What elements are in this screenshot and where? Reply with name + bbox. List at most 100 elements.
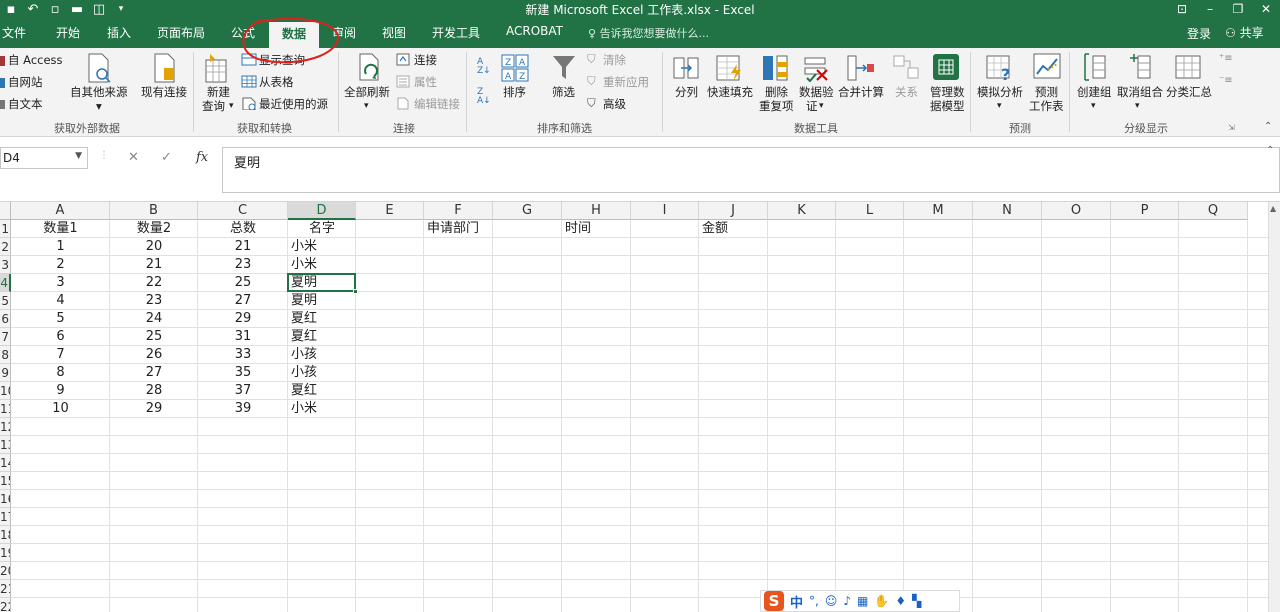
cell-header-a[interactable]: 数量1 [11,220,110,238]
tab-insert[interactable]: 插入 [107,24,131,41]
column-header-a[interactable]: A [11,202,110,220]
emoji-icon[interactable]: ☺ [825,594,838,608]
tab-acrobat[interactable]: ACROBAT [506,24,563,38]
row-header-18[interactable]: 18 [0,526,11,544]
row-header-8[interactable]: 8 [0,346,11,364]
sort-descending-icon[interactable]: Z A↓ [477,88,491,106]
cell-d5[interactable]: 夏明 [288,292,356,310]
refresh-all-button[interactable]: 全部刷新 [344,86,390,99]
cell-a5[interactable]: 4 [11,292,110,310]
minimize-icon[interactable]: – [1196,0,1224,18]
cell-a8[interactable]: 7 [11,346,110,364]
cell-d11[interactable]: 小米 [288,400,356,418]
tab-file[interactable]: 文件 [2,24,26,41]
ungroup-button[interactable]: 取消组合 [1117,86,1163,99]
filter-button[interactable]: 筛选 [552,86,575,99]
tab-review[interactable]: 审阅 [332,24,356,41]
connections-button[interactable]: 连接 [414,54,437,67]
properties-button[interactable]: 属性 [414,76,437,89]
cell-b6[interactable]: 24 [110,310,198,328]
column-header-f[interactable]: F [424,202,493,220]
cell-d2[interactable]: 小米 [288,238,356,256]
from-text-button[interactable]: 自文本 [8,98,43,111]
row-header-11[interactable]: 11 [0,400,11,418]
cell-d7[interactable]: 夏红 [288,328,356,346]
cell-a6[interactable]: 5 [11,310,110,328]
microphone-icon[interactable]: ♪ [843,594,851,608]
worksheet-grid[interactable]: ABCDEFGHIJKLMNOPQ12345678910111213141516… [0,202,1268,612]
insert-function-icon[interactable]: fx [196,150,208,165]
cell-a7[interactable]: 6 [11,328,110,346]
column-header-d[interactable]: D [288,202,356,220]
collapse-ribbon-icon[interactable]: ⌃ [1264,120,1272,133]
row-header-6[interactable]: 6 [0,310,11,328]
scroll-up-icon[interactable]: ▲ [1270,204,1276,213]
sogou-ime-toolbar[interactable]: S 中 °, ☺ ♪ ▦ ✋ ♦ ▚ [760,590,960,612]
row-header-9[interactable]: 9 [0,364,11,382]
column-header-h[interactable]: H [562,202,631,220]
from-access-button[interactable]: 自 Access [8,54,63,67]
dialog-launcher-icon[interactable]: ⇲ [1228,121,1235,134]
cell-b11[interactable]: 29 [110,400,198,418]
from-other-sources-button[interactable]: 自其他来源 [70,86,128,99]
cell-b5[interactable]: 23 [110,292,198,310]
restore-icon[interactable]: ❐ [1224,0,1252,18]
column-header-o[interactable]: O [1042,202,1111,220]
cell-d6[interactable]: 夏红 [288,310,356,328]
cell-d10[interactable]: 夏红 [288,382,356,400]
tab-page-layout[interactable]: 页面布局 [157,24,205,41]
tab-data[interactable]: 数据 [269,22,320,48]
formula-input[interactable]: 夏明 [222,147,1280,193]
column-header-k[interactable]: K [768,202,836,220]
cell-header-c[interactable]: 总数 [198,220,288,238]
forecast-sheet-label-2[interactable]: 工作表 [1029,100,1064,113]
tab-formulas[interactable]: 公式 [231,24,255,41]
from-table-button[interactable]: 从表格 [259,76,294,89]
consolidate-button[interactable]: 合并计算 [838,86,884,99]
cell-header-d[interactable]: 名字 [288,220,356,238]
row-header-3[interactable]: 3 [0,256,11,274]
row-header-17[interactable]: 17 [0,508,11,526]
name-box[interactable]: D4 ▼ [0,147,88,169]
edit-links-button[interactable]: 编辑链接 [414,98,460,111]
column-header-n[interactable]: N [973,202,1042,220]
login-link[interactable]: 登录 [1187,25,1211,42]
row-header-2[interactable]: 2 [0,238,11,256]
expand-formula-bar-icon[interactable]: ⌃ [1266,145,1274,156]
from-web-button[interactable]: 自网站 [8,76,43,89]
share-button[interactable]: ⚇ 共享 [1225,24,1264,41]
group-button[interactable]: 创建组 [1077,86,1112,99]
tab-home[interactable]: 开始 [56,24,80,41]
flash-fill-button[interactable]: 快速填充 [707,86,753,99]
ime-mode[interactable]: 中 [790,592,803,611]
row-header-20[interactable]: 20 [0,562,11,580]
keyboard-icon[interactable]: ▦ [857,594,868,608]
cell-d9[interactable]: 小孩 [288,364,356,382]
column-header-g[interactable]: G [493,202,562,220]
forecast-sheet-label-1[interactable]: 预测 [1035,86,1058,99]
text-to-columns-button[interactable]: 分列 [675,86,698,99]
cell-b3[interactable]: 21 [110,256,198,274]
column-header-e[interactable]: E [356,202,424,220]
row-header-4[interactable]: 4 [0,274,11,292]
cell-header-j[interactable]: 金额 [699,220,768,238]
column-header-p[interactable]: P [1111,202,1179,220]
cell-c5[interactable]: 27 [198,292,288,310]
cell-b4[interactable]: 22 [110,274,198,292]
select-all-corner[interactable] [0,202,11,220]
enter-icon[interactable]: ✓ [161,150,172,165]
cell-b7[interactable]: 25 [110,328,198,346]
remove-duplicates-label-1[interactable]: 删除 [765,86,788,99]
cell-c6[interactable]: 29 [198,310,288,328]
hide-detail-icon[interactable]: ⁻≡ [1219,74,1233,87]
hand-icon[interactable]: ✋ [874,594,889,608]
cell-a4[interactable]: 3 [11,274,110,292]
tab-view[interactable]: 视图 [382,24,406,41]
cell-a3[interactable]: 2 [11,256,110,274]
row-header-16[interactable]: 16 [0,490,11,508]
show-queries-button[interactable]: 显示查询 [259,54,305,67]
skin-icon[interactable]: ♦ [895,594,906,608]
cell-a10[interactable]: 9 [11,382,110,400]
cell-a11[interactable]: 10 [11,400,110,418]
cell-c7[interactable]: 31 [198,328,288,346]
